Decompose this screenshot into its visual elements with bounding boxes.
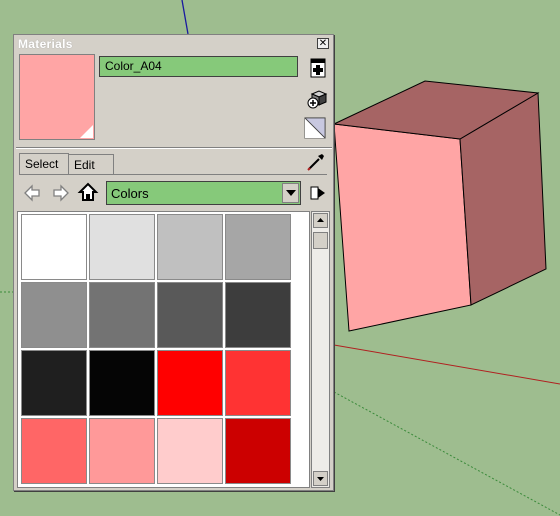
color-swatch[interactable] <box>225 214 291 280</box>
scroll-up-button[interactable] <box>313 213 328 228</box>
back-arrow-icon[interactable] <box>22 182 44 204</box>
preview-corner-icon <box>80 125 93 138</box>
color-swatch[interactable] <box>89 350 155 416</box>
materials-panel: Materials ✕ Color_A04 Select Edit Colors <box>13 34 334 491</box>
red-axis <box>333 344 560 385</box>
green-axis <box>333 391 560 516</box>
model-materials-icon[interactable] <box>306 88 328 110</box>
blue-axis <box>181 0 189 35</box>
color-swatch[interactable] <box>225 350 291 416</box>
tab-baseline <box>19 174 327 175</box>
color-swatch[interactable] <box>89 282 155 348</box>
default-material-icon[interactable] <box>304 117 326 139</box>
color-swatch[interactable] <box>21 418 87 484</box>
color-swatch[interactable] <box>157 214 223 280</box>
tab-select[interactable]: Select <box>19 153 69 175</box>
color-swatch[interactable] <box>225 418 291 484</box>
close-icon[interactable]: ✕ <box>317 38 329 49</box>
color-swatch[interactable] <box>157 350 223 416</box>
scroll-thumb[interactable] <box>313 232 328 249</box>
tab-edit[interactable]: Edit <box>69 154 114 174</box>
color-swatch[interactable] <box>225 282 291 348</box>
panel-title: Materials <box>18 37 73 51</box>
swatch-scrollbar[interactable] <box>311 211 330 488</box>
chevron-down-icon[interactable] <box>282 183 299 203</box>
home-icon[interactable] <box>77 181 99 203</box>
details-arrow-icon[interactable] <box>307 182 329 204</box>
color-swatch[interactable] <box>157 282 223 348</box>
create-material-icon[interactable] <box>307 57 329 79</box>
color-swatch[interactable] <box>21 214 87 280</box>
swatch-grid <box>17 211 310 488</box>
material-preview[interactable] <box>19 54 95 140</box>
material-name-field[interactable]: Color_A04 <box>99 56 298 77</box>
color-swatch[interactable] <box>21 350 87 416</box>
collection-dropdown[interactable]: Colors <box>106 181 301 205</box>
color-swatch[interactable] <box>89 418 155 484</box>
color-swatch[interactable] <box>157 418 223 484</box>
collection-selected: Colors <box>111 186 149 201</box>
color-swatch[interactable] <box>89 214 155 280</box>
panel-titlebar[interactable]: Materials ✕ <box>14 35 333 52</box>
scroll-down-button[interactable] <box>313 471 328 486</box>
forward-arrow-icon[interactable] <box>49 182 71 204</box>
eyedropper-icon[interactable] <box>305 151 327 173</box>
box-front-face[interactable] <box>333 123 472 332</box>
tabs-separator <box>16 147 332 149</box>
color-swatch[interactable] <box>21 282 87 348</box>
